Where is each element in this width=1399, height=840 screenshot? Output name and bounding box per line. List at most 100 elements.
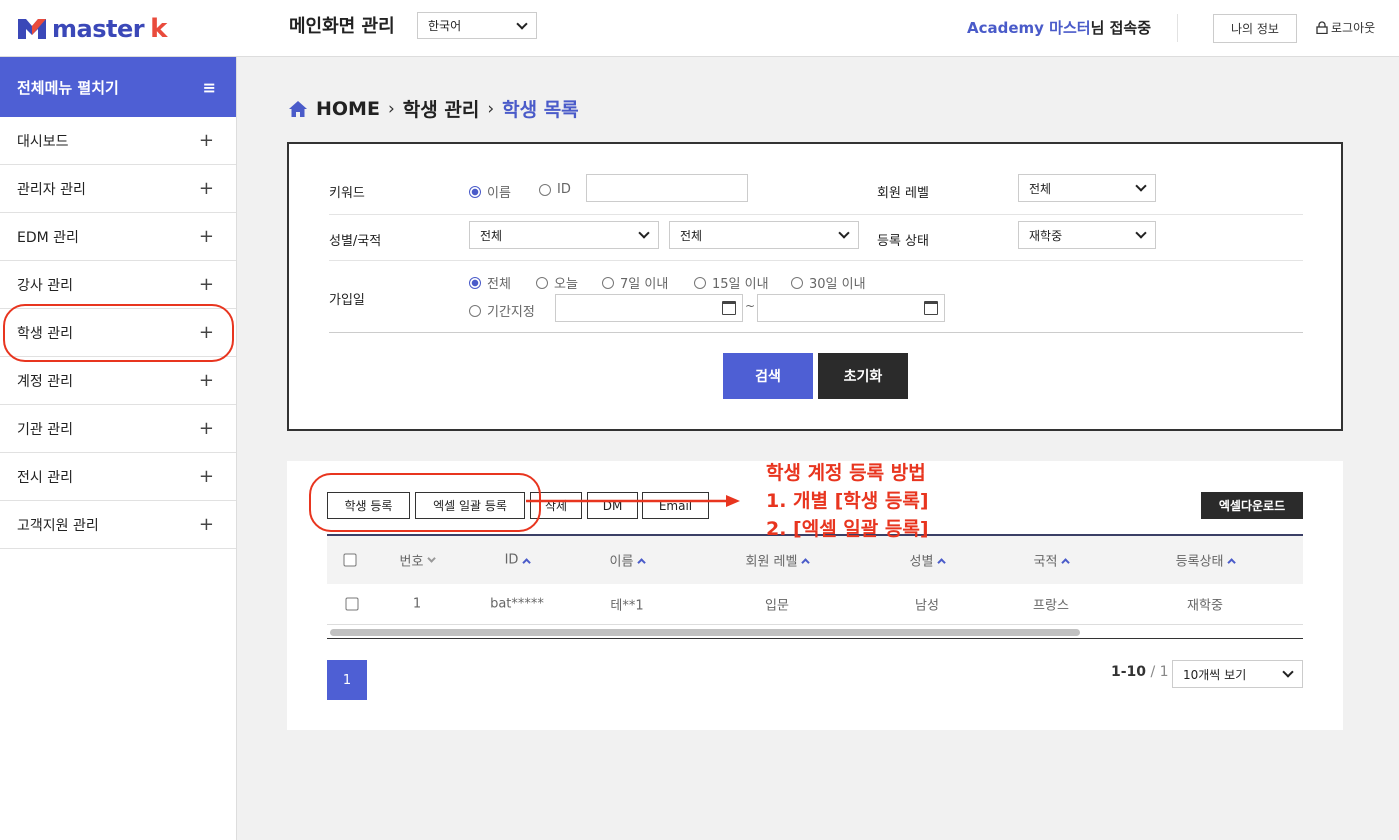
keyword-input[interactable]: [586, 174, 748, 202]
row-gender: 남성: [915, 598, 939, 614]
menu-toggle-label: 전체메뉴 펼치기: [17, 78, 119, 97]
annotation-circle-register-buttons: [309, 473, 541, 532]
plus-icon: +: [198, 370, 214, 391]
plus-icon: +: [198, 226, 214, 247]
row-name[interactable]: 테**1: [610, 595, 643, 614]
gender-select[interactable]: 전체: [469, 221, 659, 249]
sidebar-item-account[interactable]: 계정 관리 +: [0, 357, 236, 405]
keyword-row: 키워드 이름 ID 회원 레벨 전체: [329, 169, 1303, 215]
excel-download-button[interactable]: 엑셀다운로드: [1201, 492, 1303, 519]
join-radio-30days[interactable]: 30일 이내: [791, 273, 866, 292]
join-radio-7days[interactable]: 7일 이내: [602, 273, 668, 292]
top-header: master k 메인화면 관리 한국어 Academy 마스터님 접속중 나의…: [0, 0, 1399, 57]
header-divider: [1177, 14, 1178, 42]
date-start-input[interactable]: [555, 294, 743, 322]
logo[interactable]: master k: [18, 14, 167, 44]
logout-label: 로그아웃: [1331, 21, 1376, 35]
join-label: 가입일: [329, 293, 365, 308]
col-status[interactable]: 등록상태: [1176, 551, 1236, 570]
page-title: 메인화면 관리: [289, 16, 395, 37]
col-gender[interactable]: 성별: [909, 551, 946, 570]
row-id[interactable]: bat*****: [490, 597, 544, 612]
language-select[interactable]: 한국어: [417, 12, 537, 39]
my-info-button[interactable]: 나의 정보: [1213, 14, 1297, 43]
lock-icon: [1316, 21, 1328, 34]
sidebar-item-support[interactable]: 고객지원 관리 +: [0, 501, 236, 549]
sidebar-item-label: 대시보드: [17, 133, 69, 150]
sidebar-item-institution[interactable]: 기관 관리 +: [0, 405, 236, 453]
sidebar-item-label: 강사 관리: [17, 277, 73, 294]
horizontal-scrollbar[interactable]: [327, 627, 1303, 637]
sidebar-item-admin[interactable]: 관리자 관리 +: [0, 165, 236, 213]
row-status: 재학중: [1187, 598, 1223, 614]
join-row: 가입일 전체 오늘 7일 이내 15일 이내 30일 이내 기간지정 ~: [329, 261, 1303, 333]
keyword-opt-name: 이름: [487, 186, 511, 201]
status-select[interactable]: 재학중: [1018, 221, 1156, 249]
per-page-value: 10개씩 보기: [1183, 667, 1247, 682]
student-table: 번호 ID 이름 회원 레벨 성별 국적 등록상태 1 bat***** 테**…: [327, 534, 1303, 639]
col-id[interactable]: ID: [505, 553, 531, 568]
sidebar-item-label: 기관 관리: [17, 421, 73, 438]
per-page-select[interactable]: 10개씩 보기: [1172, 660, 1303, 688]
logout-button[interactable]: 로그아웃: [1316, 19, 1375, 36]
chevron-down-icon: [1135, 227, 1147, 239]
col-nation[interactable]: 국적: [1034, 551, 1070, 570]
nation-select[interactable]: 전체: [669, 221, 859, 249]
sidebar: 전체메뉴 펼치기 ≡ 대시보드 + 관리자 관리 + EDM 관리 + 강사 관리 + …: [0, 57, 237, 840]
table-row[interactable]: 1 bat***** 테**1 입문 남성 프랑스 재학중: [327, 584, 1303, 625]
sidebar-item-label: 전시 관리: [17, 469, 73, 486]
col-level[interactable]: 회원 레벨: [746, 551, 810, 570]
sidebar-item-dashboard[interactable]: 대시보드 +: [0, 117, 236, 165]
col-name[interactable]: 이름: [610, 551, 646, 570]
row-checkbox[interactable]: [345, 597, 359, 611]
calendar-icon[interactable]: [924, 301, 938, 315]
keyword-radio-id[interactable]: ID: [539, 182, 571, 197]
gender-value: 전체: [480, 228, 503, 243]
page-total: / 1: [1150, 664, 1169, 680]
keyword-radio-name[interactable]: 이름: [469, 182, 511, 201]
join-radio-15days[interactable]: 15일 이내: [694, 273, 769, 292]
checkbox-icon: [345, 597, 359, 611]
breadcrumb: HOME › 학생 관리 › 학생 목록: [288, 95, 579, 122]
sidebar-item-label: 관리자 관리: [17, 181, 86, 198]
hamburger-icon: ≡: [202, 77, 216, 97]
plus-icon: +: [198, 274, 214, 295]
plus-icon: +: [198, 130, 214, 151]
calendar-icon[interactable]: [722, 301, 736, 315]
join-radio-today[interactable]: 오늘: [536, 273, 578, 292]
sort-up-icon: [801, 557, 810, 567]
menu-toggle-button[interactable]: 전체메뉴 펼치기 ≡: [0, 57, 236, 117]
plus-icon: +: [198, 418, 214, 439]
breadcrumb-level1[interactable]: 학생 관리: [403, 95, 480, 122]
breadcrumb-home[interactable]: HOME: [316, 98, 380, 120]
select-all-checkbox[interactable]: [343, 553, 357, 567]
col-no[interactable]: 번호: [400, 551, 436, 570]
page-range-value: 1-10: [1111, 664, 1147, 680]
table-bottom-line: [327, 638, 1303, 639]
row-no: 1: [412, 596, 422, 612]
sidebar-item-instructor[interactable]: 강사 관리 +: [0, 261, 236, 309]
plus-icon: +: [198, 514, 214, 535]
sort-up-icon: [1227, 557, 1236, 567]
level-select[interactable]: 전체: [1018, 174, 1156, 202]
chevron-right-icon: ›: [487, 98, 495, 119]
join-radio-all[interactable]: 전체: [469, 273, 511, 292]
page-button-1[interactable]: 1: [327, 660, 367, 700]
reset-button[interactable]: 초기화: [818, 353, 908, 399]
sidebar-item-label: 계정 관리: [17, 373, 73, 390]
scrollbar-thumb[interactable]: [330, 629, 1080, 636]
sort-down-icon: [427, 553, 436, 563]
search-button[interactable]: 검색: [723, 353, 813, 399]
join-opt-15days: 15일 이내: [712, 277, 769, 292]
chevron-down-icon: [638, 227, 650, 239]
sort-up-icon: [1061, 557, 1070, 567]
keyword-label: 키워드: [329, 186, 365, 201]
date-end-input[interactable]: [757, 294, 945, 322]
user-status: Academy 마스터님 접속중: [967, 17, 1151, 38]
sidebar-item-edm[interactable]: EDM 관리 +: [0, 213, 236, 261]
level-value: 전체: [1029, 181, 1052, 196]
join-radio-period[interactable]: 기간지정: [469, 301, 535, 320]
sidebar-item-exhibition[interactable]: 전시 관리 +: [0, 453, 236, 501]
logo-k: k: [150, 14, 168, 44]
col-gender-label: 성별: [909, 554, 934, 570]
